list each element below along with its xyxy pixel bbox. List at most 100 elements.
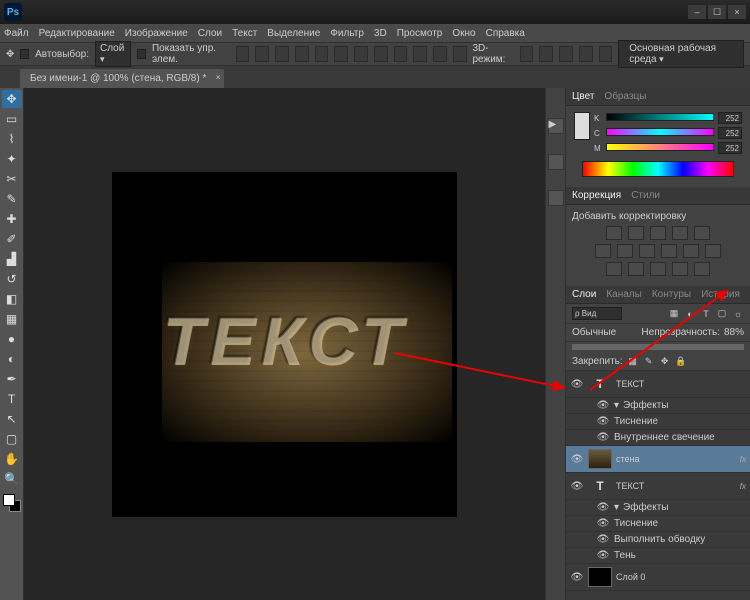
distribute-icon[interactable] — [354, 46, 368, 62]
adj-icon[interactable] — [672, 262, 688, 276]
distribute-icon[interactable] — [413, 46, 427, 62]
lock-all-icon[interactable]: ✥ — [659, 355, 671, 367]
wand-tool[interactable]: ✦ — [2, 150, 22, 168]
filter-icon[interactable]: ▦ — [668, 308, 680, 320]
adj-icon[interactable] — [639, 244, 655, 258]
gradient-tool[interactable]: ▦ — [2, 310, 22, 328]
menu-layers[interactable]: Слои — [198, 28, 222, 39]
menu-text[interactable]: Текст — [232, 28, 257, 39]
tab-history[interactable]: История — [701, 289, 740, 300]
close-button[interactable]: × — [728, 5, 746, 19]
visibility-icon[interactable]: 👁 — [570, 379, 584, 390]
tab-color[interactable]: Цвет — [572, 91, 594, 102]
m-slider[interactable] — [606, 143, 714, 153]
filter-icon[interactable]: ◐ — [684, 308, 696, 320]
effects-row[interactable]: 👁▾Эффекты — [566, 500, 750, 516]
stamp-tool[interactable]: ▟ — [2, 250, 22, 268]
fg-color[interactable] — [3, 494, 15, 506]
distribute-icon[interactable] — [453, 46, 467, 62]
effect-item[interactable]: 👁Тиснение — [566, 516, 750, 532]
path-tool[interactable]: ↖ — [2, 410, 22, 428]
workspace-dropdown[interactable]: Основная рабочая среда ▾ — [618, 40, 744, 68]
blend-mode-dropdown[interactable]: Обычные — [572, 327, 637, 338]
adj-icon[interactable] — [694, 226, 710, 240]
close-tab-icon[interactable]: × — [216, 73, 221, 82]
hand-tool[interactable]: ✋ — [2, 450, 22, 468]
visibility-icon[interactable]: 👁 — [570, 572, 584, 583]
collapsed-panel-icon[interactable]: ▶ — [548, 118, 564, 134]
distribute-icon[interactable] — [374, 46, 388, 62]
spectrum-picker[interactable] — [582, 161, 734, 177]
effects-row[interactable]: 👁▾Эффекты — [566, 398, 750, 414]
history-brush-tool[interactable]: ↺ — [2, 270, 22, 288]
effect-item[interactable]: 👁Внутреннее свечение — [566, 430, 750, 446]
menu-view[interactable]: Просмотр — [397, 28, 443, 39]
showcontrols-checkbox[interactable] — [137, 49, 146, 59]
adj-icon[interactable] — [595, 244, 611, 258]
color-swatches[interactable] — [3, 494, 21, 512]
effect-item[interactable]: 👁Выполнить обводку — [566, 532, 750, 548]
pen-tool[interactable]: ✒ — [2, 370, 22, 388]
m-value[interactable]: 252 — [718, 142, 742, 154]
canvas-area[interactable]: ТЕКСТ — [24, 88, 545, 600]
menu-edit[interactable]: Редактирование — [39, 28, 115, 39]
tab-swatches[interactable]: Образцы — [604, 91, 646, 102]
k-value[interactable]: 252 — [718, 112, 742, 124]
filter-icon[interactable]: ▢ — [716, 308, 728, 320]
lasso-tool[interactable]: ⌇ — [2, 130, 22, 148]
adj-icon[interactable] — [683, 244, 699, 258]
minimize-button[interactable]: – — [688, 5, 706, 19]
type-tool[interactable]: T — [2, 390, 22, 408]
adj-icon[interactable] — [628, 262, 644, 276]
effect-item[interactable]: 👁Тиснение — [566, 414, 750, 430]
zoom-tool[interactable]: 🔍 — [2, 470, 22, 488]
tab-layers[interactable]: Слои — [572, 289, 596, 300]
blur-tool[interactable]: ● — [2, 330, 22, 348]
adj-icon[interactable] — [694, 262, 710, 276]
3d-icon[interactable] — [579, 46, 593, 62]
align-icon[interactable] — [295, 46, 309, 62]
align-icon[interactable] — [334, 46, 348, 62]
collapsed-panel-icon[interactable] — [548, 190, 564, 206]
3d-icon[interactable] — [599, 46, 613, 62]
3d-icon[interactable] — [539, 46, 553, 62]
adj-icon[interactable] — [705, 244, 721, 258]
menu-help[interactable]: Справка — [486, 28, 525, 39]
menu-file[interactable]: Файл — [4, 28, 29, 39]
adj-icon[interactable] — [650, 226, 666, 240]
layer-row[interactable]: 👁Слой 0 — [566, 564, 750, 591]
filter-icon[interactable]: T — [700, 308, 712, 320]
opacity-slider[interactable] — [572, 344, 744, 350]
distribute-icon[interactable] — [394, 46, 408, 62]
menu-window[interactable]: Окно — [452, 28, 475, 39]
opacity-value[interactable]: 88% — [724, 327, 744, 338]
c-value[interactable]: 252 — [718, 127, 742, 139]
visibility-icon[interactable]: 👁 — [570, 454, 584, 465]
adj-icon[interactable] — [672, 226, 688, 240]
eyedropper-tool[interactable]: ✎ — [2, 190, 22, 208]
3d-icon[interactable] — [520, 46, 534, 62]
layer-row[interactable]: 👁TТЕКСТ — [566, 371, 750, 398]
align-icon[interactable] — [315, 46, 329, 62]
align-icon[interactable] — [255, 46, 269, 62]
lock-pixels-icon[interactable]: ▦ — [627, 355, 639, 367]
distribute-icon[interactable] — [433, 46, 447, 62]
fx-badge[interactable]: fx — [740, 455, 746, 464]
lock-position-icon[interactable]: ✎ — [643, 355, 655, 367]
c-slider[interactable] — [606, 128, 714, 138]
menu-image[interactable]: Изображение — [125, 28, 188, 39]
layer-filter[interactable] — [572, 307, 622, 320]
adj-icon[interactable] — [661, 244, 677, 258]
tab-corrections[interactable]: Коррекция — [572, 190, 621, 201]
3d-icon[interactable] — [559, 46, 573, 62]
tab-styles[interactable]: Стили — [631, 190, 660, 201]
layer-row-selected[interactable]: 👁стенаfx — [566, 446, 750, 473]
tab-paths[interactable]: Контуры — [652, 289, 691, 300]
adj-icon[interactable] — [617, 244, 633, 258]
marquee-tool[interactable]: ▭ — [2, 110, 22, 128]
effect-item[interactable]: 👁Тень — [566, 548, 750, 564]
lock-icon[interactable]: 🔒 — [675, 355, 687, 367]
move-tool[interactable]: ✥ — [2, 90, 22, 108]
shape-tool[interactable]: ▢ — [2, 430, 22, 448]
menu-filter[interactable]: Фильтр — [330, 28, 364, 39]
